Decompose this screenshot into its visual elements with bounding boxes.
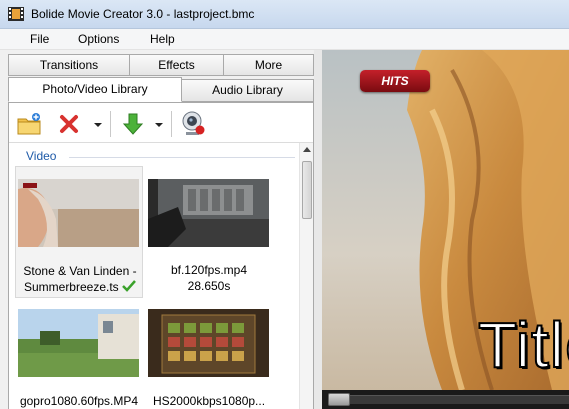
left-panel: Transitions Effects More Photo/Video Lib…: [8, 50, 314, 409]
item-duration: 28.650s: [187, 279, 231, 293]
import-dropdown-button[interactable]: [154, 119, 164, 129]
webcam-capture-button[interactable]: [179, 110, 207, 138]
library-scrollbar[interactable]: [299, 143, 313, 409]
webcam-icon: [182, 111, 205, 135]
toolbar-separator: [110, 111, 111, 137]
library-toolbar: [9, 103, 313, 143]
add-media-button[interactable]: [15, 110, 43, 138]
tab-effects[interactable]: Effects: [129, 54, 224, 76]
video-preview: HITS Title: [322, 50, 569, 390]
library-item-3[interactable]: gopro1080.60fps.MP4: [15, 309, 143, 409]
menu-bar: File Options Help: [0, 29, 569, 50]
item-name-line2: Summerbreeze.ts: [16, 279, 144, 295]
delete-dropdown-button[interactable]: [93, 119, 103, 129]
group-label-video: Video: [26, 149, 57, 163]
used-checkmark-icon: [122, 280, 136, 292]
overlay-title-text: Title: [477, 308, 569, 382]
window-title: Bolide Movie Creator 3.0 - lastproject.b…: [31, 7, 255, 21]
tab-photo-video-library[interactable]: Photo/Video Library: [8, 77, 182, 102]
app-icon: [8, 7, 24, 21]
item-name-line1: Stone & Van Linden -: [23, 264, 137, 278]
group-divider: [69, 157, 295, 158]
item-name-line1: HS2000kbps1080p...: [152, 394, 266, 408]
dropdown-arrow-icon: [155, 123, 163, 127]
scrollbar-thumb[interactable]: [302, 161, 312, 219]
scroll-up-arrow-icon[interactable]: [303, 147, 311, 152]
library-pane: Video Stone & Van Linden - Summerbreeze.…: [8, 102, 314, 409]
library-item-1[interactable]: Stone & Van Linden - Summerbreeze.ts: [15, 166, 143, 298]
tab-transitions[interactable]: Transitions: [8, 54, 130, 76]
item-filename: Summerbreeze.ts: [23, 280, 119, 294]
add-folder-icon: [17, 113, 41, 135]
hits-badge: HITS: [360, 70, 430, 92]
seek-slider-knob[interactable]: [328, 393, 350, 406]
import-down-arrow-icon: [122, 113, 144, 135]
delete-button[interactable]: [55, 110, 83, 138]
delete-icon: [60, 115, 78, 133]
video-thumbnail: [18, 179, 139, 247]
toolbar-separator: [171, 111, 172, 137]
tab-audio-library[interactable]: Audio Library: [181, 79, 314, 102]
item-name-line1: bf.120fps.mp4: [170, 263, 248, 277]
library-item-4[interactable]: HS2000kbps1080p...: [145, 309, 273, 409]
preview-seekbar-area: [322, 390, 569, 409]
library-item-2[interactable]: bf.120fps.mp4 28.650s: [145, 166, 273, 298]
video-thumbnail: [148, 179, 269, 247]
import-button[interactable]: [119, 110, 147, 138]
video-thumbnail: [148, 309, 269, 377]
menu-options[interactable]: Options: [78, 32, 119, 46]
dropdown-arrow-icon: [94, 123, 102, 127]
tab-more[interactable]: More: [223, 54, 314, 76]
video-thumbnail: [18, 309, 139, 377]
panel-splitter[interactable]: [314, 50, 322, 409]
title-bar: Bolide Movie Creator 3.0 - lastproject.b…: [0, 0, 569, 29]
seek-track[interactable]: [330, 395, 569, 404]
menu-help[interactable]: Help: [150, 32, 175, 46]
item-name-line1: gopro1080.60fps.MP4: [19, 394, 139, 408]
menu-file[interactable]: File: [30, 32, 49, 46]
